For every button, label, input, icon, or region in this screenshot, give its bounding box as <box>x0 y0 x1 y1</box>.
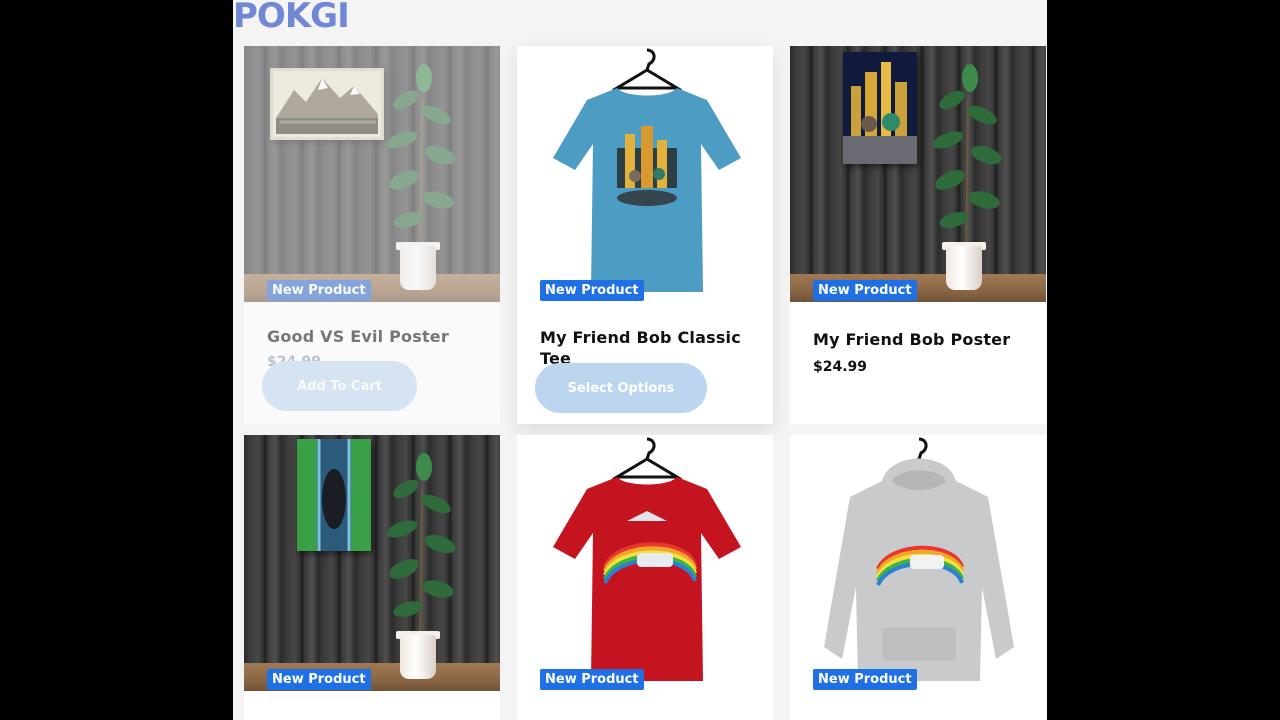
new-product-badge: New Product <box>540 280 644 301</box>
product-card[interactable]: New Product My Friend Bob Classic Tee Se… <box>517 46 773 424</box>
new-product-badge: New Product <box>267 280 371 301</box>
shop-page: POKGI New Product Good VS Evil Poster Ad… <box>233 0 1047 720</box>
product-title[interactable]: Good VS Evil Poster <box>267 326 482 347</box>
product-price: $24.99 <box>813 359 868 375</box>
select-options-button[interactable]: Select Options <box>535 363 707 413</box>
product-card[interactable]: New Product Good VS Evil Poster $24.99 A… <box>244 46 500 424</box>
product-image[interactable]: New Product <box>244 435 500 691</box>
waterfall-poster-icon <box>297 439 371 551</box>
red-tshirt-icon <box>553 437 741 681</box>
city-poster-icon <box>843 52 917 164</box>
mountain-poster-icon <box>270 68 384 140</box>
product-card[interactable]: New Product <box>517 435 773 720</box>
grey-hoodie-icon <box>824 437 1014 681</box>
plant-icon <box>386 64 456 266</box>
add-to-cart-button[interactable]: Add To Cart <box>262 361 417 411</box>
product-card[interactable]: New Product <box>244 435 500 720</box>
new-product-badge: New Product <box>813 669 917 690</box>
flower-pot <box>946 246 982 290</box>
new-product-badge: New Product <box>813 280 917 301</box>
new-product-badge: New Product <box>267 669 371 690</box>
new-product-badge: New Product <box>540 669 644 690</box>
blue-tshirt-icon <box>553 48 741 292</box>
product-card[interactable]: New Product <box>790 435 1046 720</box>
product-title[interactable]: My Friend Bob Poster <box>813 329 1028 350</box>
product-image[interactable]: New Product <box>244 46 500 302</box>
flower-pot <box>400 635 436 679</box>
brand-logo[interactable]: POKGI <box>233 0 350 36</box>
product-image[interactable]: New Product <box>790 435 1046 691</box>
plant-icon <box>386 453 456 655</box>
plant-icon <box>932 64 1002 266</box>
product-image[interactable]: New Product <box>517 435 773 691</box>
flower-pot <box>400 246 436 290</box>
product-card[interactable]: New Product My Friend Bob Poster $24.99 <box>790 46 1046 424</box>
product-image[interactable]: New Product <box>790 46 1046 302</box>
product-image[interactable]: New Product <box>517 46 773 302</box>
